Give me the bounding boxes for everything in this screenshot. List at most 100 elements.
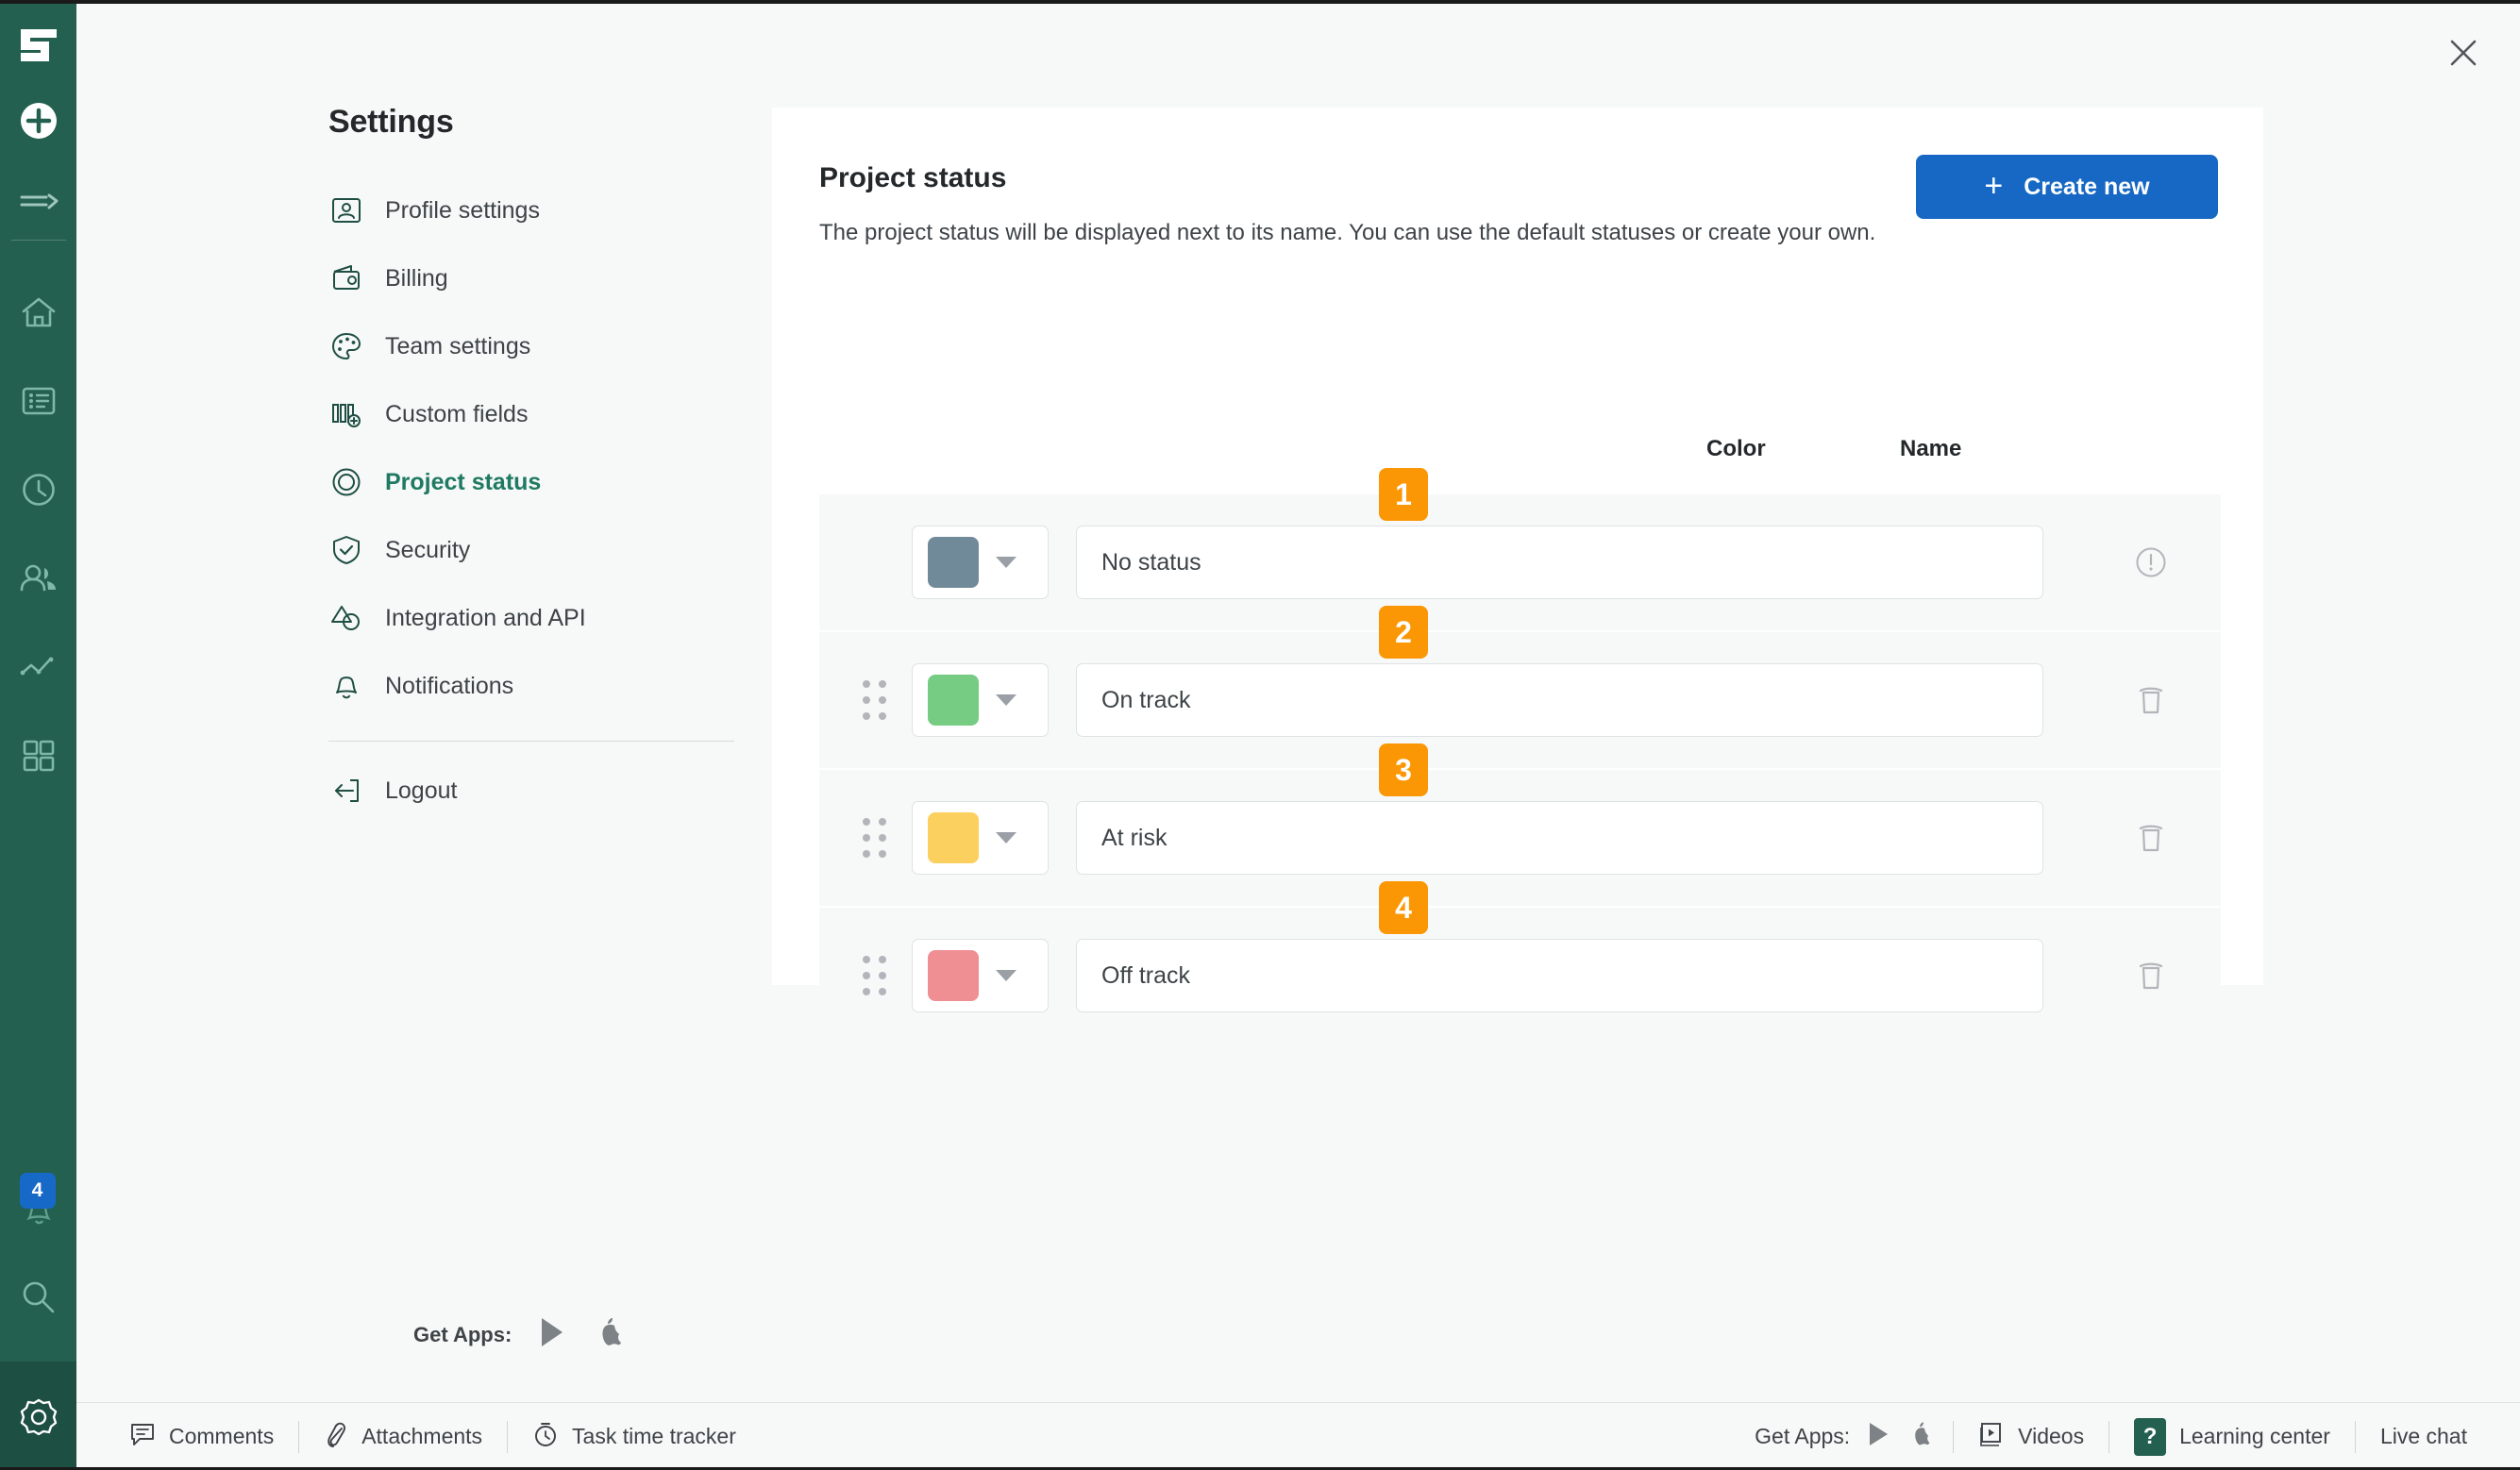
bottom-comments-button[interactable]: Comments xyxy=(105,1416,298,1458)
chevron-down-icon xyxy=(996,557,1016,568)
paperclip-icon xyxy=(324,1421,348,1453)
reports-chart-icon[interactable] xyxy=(18,646,59,688)
bottom-live-chat-button[interactable]: Live chat xyxy=(2356,1416,2492,1458)
notifications-bell-icon[interactable]: 4 xyxy=(18,1190,59,1231)
chevron-down-icon xyxy=(996,970,1016,981)
bottom-task-time-tracker-label: Task time tracker xyxy=(572,1424,736,1449)
bottom-learning-center-label: Learning center xyxy=(2179,1424,2330,1449)
chevron-down-icon xyxy=(996,832,1016,844)
integration-icon xyxy=(328,600,364,636)
plus-icon: + xyxy=(1984,170,2003,202)
settings-get-apps: Get Apps: xyxy=(413,1316,623,1353)
column-header-color: Color xyxy=(1706,436,1766,462)
team-people-icon[interactable] xyxy=(18,558,59,599)
settings-gear-icon[interactable] xyxy=(0,1361,76,1470)
status-name-input-1[interactable] xyxy=(1076,526,2043,599)
trash-icon[interactable] xyxy=(2130,955,2172,996)
search-icon[interactable] xyxy=(18,1277,59,1318)
color-swatch xyxy=(928,675,979,726)
sidebar-item-security[interactable]: Security xyxy=(328,516,744,584)
custom-fields-icon xyxy=(328,396,364,432)
bottom-get-apps-label: Get Apps: xyxy=(1755,1424,1850,1449)
bottom-bar: Comments Attachments xyxy=(76,1402,2520,1470)
sidebar-item-label: Integration and API xyxy=(385,605,586,632)
trash-icon[interactable] xyxy=(2130,679,2172,721)
color-picker-3[interactable] xyxy=(912,801,1049,875)
bottom-bar-left: Comments Attachments xyxy=(105,1416,761,1458)
app-window: 4 Settings xyxy=(0,0,2520,1470)
settings-title: Settings xyxy=(328,104,744,141)
sidebar-item-label: Custom fields xyxy=(385,401,528,428)
table-row: 3 xyxy=(819,770,2221,906)
chevron-down-icon xyxy=(996,694,1016,706)
shield-check-icon xyxy=(328,532,364,568)
create-new-button[interactable]: + Create new xyxy=(1916,155,2218,219)
stopwatch-icon xyxy=(532,1421,559,1453)
sidebar-item-label: Team settings xyxy=(385,333,530,360)
project-status-card: Project status The project status will b… xyxy=(772,108,2263,985)
google-play-icon[interactable] xyxy=(1867,1421,1891,1453)
user-card-icon xyxy=(328,192,364,228)
step-badge-1: 1 xyxy=(1379,468,1428,521)
color-picker-2[interactable] xyxy=(912,663,1049,737)
status-name-input-4[interactable] xyxy=(1076,939,2043,1012)
color-picker-4[interactable] xyxy=(912,939,1049,1012)
bell-icon xyxy=(328,668,364,704)
bottom-bar-right: Get Apps: xyxy=(1755,1416,2492,1458)
sidebar-item-team-settings[interactable]: Team settings xyxy=(328,312,744,380)
notifications-badge: 4 xyxy=(20,1173,56,1209)
status-circle-icon xyxy=(328,464,364,500)
apple-icon[interactable] xyxy=(595,1316,623,1353)
bottom-attachments-label: Attachments xyxy=(361,1424,482,1449)
card-header: Project status The project status will b… xyxy=(772,108,2263,249)
step-badge-4: 4 xyxy=(1379,881,1428,934)
bottom-comments-label: Comments xyxy=(169,1424,274,1449)
app-rail: 4 xyxy=(0,4,76,1470)
column-header-name: Name xyxy=(1900,436,1961,462)
drag-handle[interactable] xyxy=(862,955,886,996)
drag-handle[interactable] xyxy=(862,679,886,721)
bottom-videos-button[interactable]: Videos xyxy=(1954,1416,2108,1458)
close-icon[interactable] xyxy=(2443,32,2484,74)
bottom-attachments-button[interactable]: Attachments xyxy=(299,1416,507,1458)
sidebar-item-project-status[interactable]: Project status xyxy=(328,448,744,516)
sidebar-item-profile-settings[interactable]: Profile settings xyxy=(328,176,744,244)
add-icon[interactable] xyxy=(18,100,59,142)
step-badge-3: 3 xyxy=(1379,743,1428,796)
comment-icon xyxy=(129,1421,156,1453)
color-picker-1[interactable] xyxy=(912,526,1049,599)
color-swatch xyxy=(928,950,979,1001)
trash-icon[interactable] xyxy=(2130,817,2172,859)
sidebar-item-integration-and-api[interactable]: Integration and API xyxy=(328,584,744,652)
bottom-learning-center-button[interactable]: ? Learning center xyxy=(2109,1416,2355,1458)
tasks-list-icon[interactable] xyxy=(18,380,59,422)
home-icon[interactable] xyxy=(18,292,59,333)
sidebar-item-custom-fields[interactable]: Custom fields xyxy=(328,380,744,448)
google-play-icon[interactable] xyxy=(538,1316,568,1353)
app-logo-icon[interactable] xyxy=(16,25,61,66)
bottom-live-chat-label: Live chat xyxy=(2380,1424,2467,1449)
sidebar-item-label: Project status xyxy=(385,469,541,496)
step-badge-2: 2 xyxy=(1379,606,1428,659)
status-name-input-2[interactable] xyxy=(1076,663,2043,737)
status-name-input-3[interactable] xyxy=(1076,801,2043,875)
palette-icon xyxy=(328,328,364,364)
sidebar-item-notifications[interactable]: Notifications xyxy=(328,652,744,720)
sidebar-item-billing[interactable]: Billing xyxy=(328,244,744,312)
bottom-task-time-tracker-button[interactable]: Task time tracker xyxy=(508,1416,761,1458)
status-rows: 1 2 xyxy=(819,494,2221,1045)
time-clock-icon[interactable] xyxy=(18,469,59,510)
apple-icon[interactable] xyxy=(1908,1421,1932,1453)
sidebar-item-label: Security xyxy=(385,537,470,564)
create-new-label: Create new xyxy=(2024,174,2149,201)
video-icon xyxy=(1978,1421,2005,1453)
table-row: 1 xyxy=(819,494,2221,630)
drag-handle[interactable] xyxy=(862,817,886,859)
bottom-get-apps: Get Apps: xyxy=(1755,1421,1953,1453)
get-apps-label: Get Apps: xyxy=(413,1323,512,1347)
collapse-menu-icon[interactable] xyxy=(18,189,59,217)
info-circle-icon[interactable] xyxy=(2130,542,2172,583)
wallet-icon xyxy=(328,260,364,296)
sidebar-item-logout[interactable]: Logout xyxy=(328,757,744,825)
apps-grid-icon[interactable] xyxy=(18,735,59,777)
